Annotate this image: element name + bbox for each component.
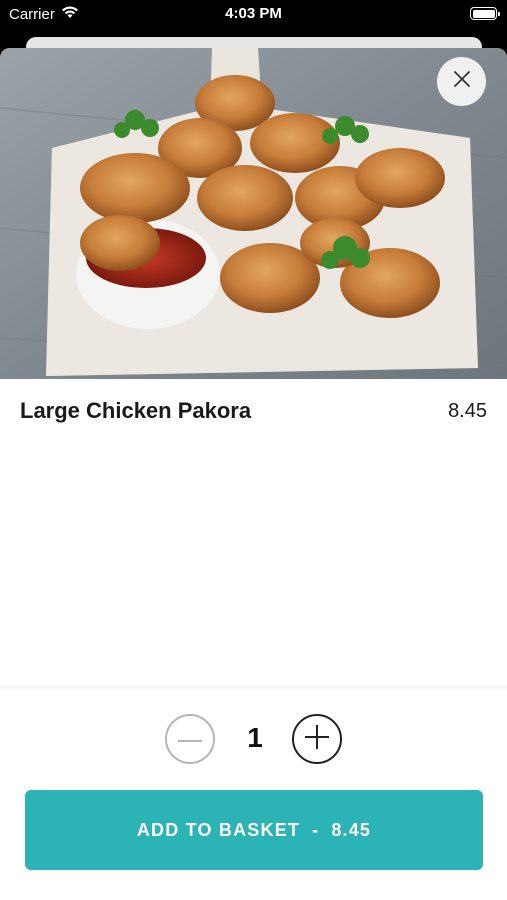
status-bar: Carrier 4:03 PM xyxy=(0,0,507,28)
product-image xyxy=(0,48,507,379)
quantity-value: 1 xyxy=(247,722,263,753)
close-icon xyxy=(453,70,471,93)
plus-icon xyxy=(304,724,330,755)
add-button-separator: - xyxy=(312,819,320,840)
product-header: Large Chicken Pakora 8.45 xyxy=(0,394,507,434)
product-price: 8.45 xyxy=(448,400,487,422)
add-button-price: 8.45 xyxy=(331,819,372,840)
increase-quantity-button[interactable] xyxy=(292,714,342,764)
divider xyxy=(0,686,507,692)
add-to-basket-button[interactable]: ADD TO BASKET - 8.45 xyxy=(25,790,483,870)
quantity-stepper: 1 xyxy=(0,714,507,764)
battery-icon xyxy=(470,7,500,20)
status-time: 4:03 PM xyxy=(225,5,282,22)
minus-icon xyxy=(177,730,203,748)
add-button-label: ADD TO BASKET xyxy=(136,819,301,840)
product-name: Large Chicken Pakora xyxy=(20,398,252,423)
product-modal: Large Chicken Pakora 8.45 1 ADD TO BASKE… xyxy=(0,48,507,900)
decrease-quantity-button[interactable] xyxy=(165,714,215,764)
close-button[interactable] xyxy=(437,57,486,106)
